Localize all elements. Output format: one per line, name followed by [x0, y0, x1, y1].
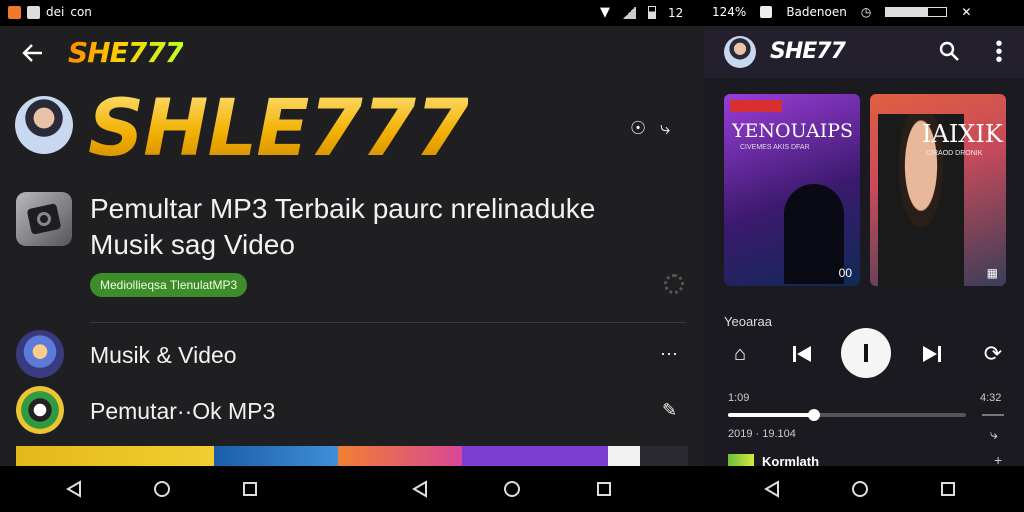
back-nav-icon[interactable]	[64, 479, 84, 499]
battery-percent: 124%	[712, 5, 747, 19]
seek-bar[interactable]	[728, 409, 966, 421]
total-time: 4:32	[980, 392, 1002, 404]
close-icon[interactable]: ✕	[961, 5, 971, 19]
search-icon[interactable]	[938, 40, 960, 62]
app-title-line-1: Pemultar MP3 Terbaik paurc nrelinaduke	[90, 193, 596, 224]
home-nav-icon[interactable]	[152, 479, 172, 499]
shuffle-icon[interactable]: ⤷	[990, 426, 998, 443]
thumbnail-strip-item[interactable]	[462, 446, 608, 466]
status-time: 12	[668, 5, 684, 20]
developer-avatar[interactable]	[15, 96, 73, 154]
more-horiz-icon[interactable]: ⋯	[660, 344, 678, 365]
card-title: YENOUAIPS	[732, 120, 854, 142]
card-grid-icon: ▦	[986, 266, 998, 280]
card-subtitle: CIRAOD DRONIK	[926, 150, 983, 157]
category-chip[interactable]: Mediollieqsa TlenulatMP3	[90, 273, 248, 297]
player-header-logo-text: SHE77	[770, 39, 846, 64]
elapsed-time: 1:09	[728, 392, 750, 404]
previous-icon[interactable]	[790, 342, 814, 366]
back-icon[interactable]	[20, 40, 46, 66]
notification-app-icon	[8, 5, 21, 19]
seek-thumb[interactable]	[807, 409, 820, 421]
seek-bar-fill	[728, 413, 814, 417]
card-title: IAIXIK	[922, 120, 1003, 148]
next-icon[interactable]	[920, 342, 944, 366]
settings-icon[interactable]	[664, 274, 684, 294]
list-item-label[interactable]: Musik & Video	[90, 342, 237, 369]
player-panel: SHE77 • • • YENOUAIPS CIVEMES AKIS DFAR 00…	[704, 26, 1024, 466]
next-track-title[interactable]: Kormlath	[762, 454, 819, 466]
app-icon	[16, 192, 72, 246]
album-card[interactable]: YENOUAIPS CIVEMES AKIS DFAR 00	[724, 94, 860, 286]
thumbnail-strip-item[interactable]	[338, 446, 462, 466]
notification-icon	[760, 6, 773, 18]
card-counter: 00	[838, 266, 852, 280]
thumbnail-strip-item[interactable]	[214, 446, 338, 466]
list-item-avatar-mp3	[16, 386, 64, 434]
more-vert-icon[interactable]: • • •	[994, 34, 1004, 70]
repeat-icon[interactable]: ⟳	[980, 341, 1006, 366]
list-item-label[interactable]: Pemutar··Ok MP3	[90, 398, 275, 425]
wifi-icon: ▼	[600, 5, 610, 20]
track-meta: 2019 · 19.104	[728, 428, 796, 440]
recents-nav-icon[interactable]	[938, 479, 958, 499]
status-text: dei	[46, 5, 65, 19]
hero-logo: SHLE777	[88, 84, 469, 174]
add-icon[interactable]: +	[994, 452, 1002, 466]
app-detail-panel: SHE777 SHLE777 ☉ ⤷ Pemultar MP3 Terbaik …	[0, 26, 704, 466]
header-logo: SHE777	[68, 36, 184, 69]
seek-bar-end	[982, 414, 1004, 416]
app-title-line-2: Musik sag Video	[90, 229, 295, 260]
notification-image-icon	[27, 5, 40, 19]
carrier-name: Badenoen	[786, 5, 847, 19]
navigation-bar	[0, 466, 1024, 512]
status-text-2: con	[70, 5, 92, 19]
play-pause-button[interactable]	[841, 328, 891, 378]
pin-icon[interactable]: ☉	[630, 118, 646, 139]
player-header-logo: SHE77	[770, 39, 846, 64]
alarm-icon: ◷	[860, 5, 872, 19]
back-nav-icon[interactable]	[410, 479, 430, 499]
recents-nav-icon[interactable]	[594, 479, 614, 499]
card-badge	[730, 100, 782, 112]
back-nav-icon[interactable]	[762, 479, 782, 499]
card-subtitle: CIVEMES AKIS DFAR	[740, 144, 810, 151]
home-nav-icon[interactable]	[850, 479, 870, 499]
album-card[interactable]: IAIXIK CIRAOD DRONIK ▦	[870, 94, 1006, 286]
player-avatar[interactable]	[724, 36, 756, 68]
list-item-avatar-video	[16, 330, 64, 378]
pause-icon	[864, 344, 868, 362]
now-playing-label: Yeoaraa	[724, 314, 772, 329]
thumbnail-strip-item[interactable]	[16, 446, 214, 466]
cast-icon[interactable]: ⌂	[728, 342, 752, 366]
card-figure	[784, 184, 844, 284]
battery-bar-icon	[885, 7, 948, 17]
status-bar: dei con ▼ 12 124% Badenoen ◷ ✕	[0, 0, 1024, 26]
share-icon[interactable]: ⤷	[660, 118, 670, 139]
divider	[90, 322, 686, 323]
next-track-thumb	[728, 454, 754, 466]
home-nav-icon[interactable]	[502, 479, 522, 499]
signal-icon	[622, 6, 636, 19]
thumbnail-strip-item[interactable]	[608, 446, 688, 466]
battery-icon	[648, 6, 656, 19]
edit-icon[interactable]: ✎	[662, 400, 677, 421]
recents-nav-icon[interactable]	[240, 479, 260, 499]
